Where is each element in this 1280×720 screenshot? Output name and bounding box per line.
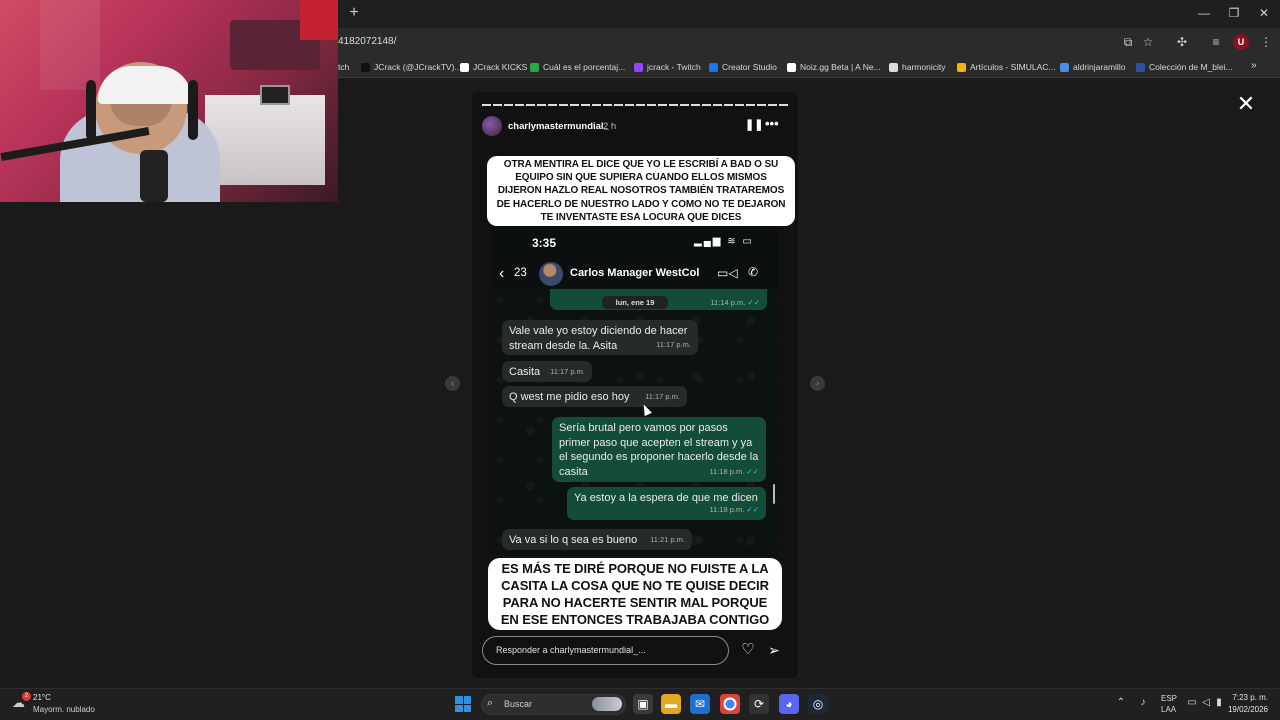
- bookmark-item[interactable]: JCrack (@JCrackTV)...: [361, 60, 462, 74]
- bookmark-item[interactable]: Colección de M_blei...: [1136, 60, 1233, 74]
- pause-icon[interactable]: ❚❚: [745, 119, 763, 131]
- weather-temperature[interactable]: 21°C: [33, 693, 51, 702]
- bookmark-label: Artículos - SIMULAC...: [970, 62, 1056, 72]
- search-icon: ⌕: [487, 697, 494, 709]
- bookmark-label: harmonicity: [902, 62, 946, 72]
- bookmark-label: jcrack - Twitch: [647, 62, 701, 72]
- task-view-icon[interactable]: ▣: [633, 694, 653, 714]
- bookmark-item[interactable]: Noiz.gg Beta | A Ne...: [787, 60, 881, 74]
- bookmark-favicon-icon: [1060, 62, 1069, 72]
- story-caption-bottom: ES MÁS TE DIRÉ PORQUE NO FUISTE A LA CAS…: [488, 558, 782, 630]
- close-window-button[interactable]: ✕: [1254, 4, 1274, 22]
- chat-scrollbar: [773, 484, 775, 504]
- extensions-icon[interactable]: ✣: [1174, 34, 1190, 50]
- bookmark-label: JCrack KICKS: [473, 62, 528, 72]
- more-bookmarks-button[interactable]: »: [1251, 60, 1257, 71]
- bookmark-item[interactable]: Cuál es el porcentaj...: [530, 60, 625, 74]
- bookmark-favicon-icon: [787, 62, 796, 72]
- app-icon[interactable]: ⟳: [749, 694, 769, 714]
- story-caption-top: OTRA MENTIRA EL DICE QUE YO LE ESCRIBÍ A…: [487, 156, 795, 227]
- search-highlight-image: [592, 697, 622, 711]
- bookmark-label: Cuál es el porcentaj...: [543, 62, 626, 72]
- steam-icon[interactable]: ◎: [808, 694, 828, 714]
- story-avatar[interactable]: [482, 116, 502, 136]
- bookmark-favicon-icon: [460, 62, 469, 72]
- maximize-button[interactable]: ❐: [1224, 4, 1244, 22]
- bookmark-favicon-icon: [957, 62, 966, 72]
- previous-story-icon[interactable]: ‹: [445, 376, 460, 391]
- phone-call-icon: ✆: [748, 265, 759, 279]
- story-username[interactable]: charlymastermundial_: [508, 121, 609, 132]
- bookmark-favicon-icon: [361, 62, 370, 72]
- phone-status-icons: ▂▄▆ ≋ ▭: [694, 236, 754, 247]
- media-control-icon[interactable]: ≡: [1208, 34, 1224, 50]
- chevron-up-icon[interactable]: ⌃: [1115, 697, 1127, 708]
- new-tab-button[interactable]: +: [345, 4, 363, 22]
- bookmark-label: Colección de M_blei...: [1149, 62, 1233, 72]
- outlook-icon[interactable]: ✉: [690, 694, 710, 714]
- story-time: 2 h: [603, 121, 617, 132]
- bookmark-item[interactable]: JCrack KICKS: [460, 60, 527, 74]
- chat-message: Va va si lo q sea es bueno 11:21 p.m.: [502, 529, 692, 550]
- reply-input[interactable]: Responder a charlymastermundial_...: [482, 636, 729, 665]
- close-story-icon[interactable]: ✕: [1236, 93, 1256, 115]
- clock-time[interactable]: 7:23 p. m.: [1228, 693, 1268, 702]
- send-icon[interactable]: ➢: [765, 641, 783, 659]
- chat-message: Vale vale yo estoy diciendo de hacer str…: [502, 320, 698, 355]
- chrome-icon[interactable]: [720, 694, 740, 714]
- input-layout[interactable]: LAA: [1161, 705, 1176, 714]
- browser-menu-icon[interactable]: ⋮: [1258, 34, 1274, 50]
- weather-badge: 2: [22, 692, 31, 701]
- bookmark-label: aldrinjaramillo: [1073, 62, 1126, 72]
- back-unread-count: 23: [514, 267, 527, 279]
- network-icon[interactable]: ▭: [1186, 697, 1198, 708]
- minimize-button[interactable]: —: [1194, 4, 1214, 22]
- windows-start-icon[interactable]: [455, 696, 471, 712]
- bookmark-favicon-icon: [634, 62, 643, 72]
- more-options-icon[interactable]: •••: [765, 117, 783, 131]
- contact-avatar: [539, 262, 563, 286]
- bookmark-label: Creator Studio: [722, 62, 777, 72]
- weather-description[interactable]: Mayorm. nublado: [33, 705, 95, 714]
- microphone-icon[interactable]: ♪: [1137, 697, 1149, 708]
- chat-message: Casita 11:17 p.m.: [502, 361, 592, 382]
- profile-avatar-icon[interactable]: U: [1233, 34, 1249, 50]
- next-story-icon[interactable]: ›: [810, 376, 825, 391]
- bookmark-favicon-icon: [709, 62, 718, 72]
- phone-status-time: 3:35: [532, 236, 557, 250]
- bookmark-item[interactable]: tch: [338, 60, 349, 74]
- bookmark-label: tch: [338, 62, 350, 72]
- volume-icon[interactable]: ◁: [1200, 697, 1212, 708]
- bookmark-label: Noiz.gg Beta | A Ne...: [800, 62, 881, 72]
- bookmark-favicon-icon: [530, 62, 539, 72]
- bookmark-label: JCrack (@JCrackTV)...: [374, 62, 462, 72]
- chat-message: Q west me pidio eso hoy 11:17 p.m.: [502, 386, 687, 407]
- contact-name: Carlos Manager WestCol: [570, 267, 700, 279]
- bookmark-item[interactable]: jcrack - Twitch: [634, 60, 701, 74]
- webcam-overlay: [0, 0, 338, 202]
- bookmark-item[interactable]: harmonicity: [889, 60, 945, 74]
- discord-icon[interactable]: ◕: [779, 694, 799, 714]
- bookmark-item[interactable]: Artículos - SIMULAC...: [957, 60, 1056, 74]
- heart-icon[interactable]: ♡: [739, 641, 757, 659]
- chat-message: Ya estoy a la espera de que me dicen 11:1…: [567, 487, 766, 520]
- file-explorer-icon[interactable]: ▬: [661, 694, 681, 714]
- bookmark-item[interactable]: aldrinjaramillo: [1060, 60, 1125, 74]
- video-call-icon: ▭◁: [717, 266, 738, 280]
- chat-message: Sería brutal pero vamos por pasos primer…: [552, 417, 766, 482]
- clock-date[interactable]: 19/02/2026: [1222, 705, 1268, 714]
- input-language[interactable]: ESP: [1161, 694, 1177, 703]
- url-field[interactable]: 4182072148/: [338, 36, 396, 47]
- bookmark-favicon-icon: [1136, 62, 1145, 72]
- date-separator: lun, ene 19: [602, 296, 668, 309]
- story-progress-bar: [482, 104, 788, 106]
- install-app-icon[interactable]: ⧉: [1120, 34, 1136, 50]
- bookmark-favicon-icon: [889, 62, 898, 72]
- bookmark-item[interactable]: Creator Studio: [709, 60, 777, 74]
- chevron-left-icon: ‹: [499, 265, 505, 282]
- bookmark-star-icon[interactable]: ☆: [1140, 34, 1156, 50]
